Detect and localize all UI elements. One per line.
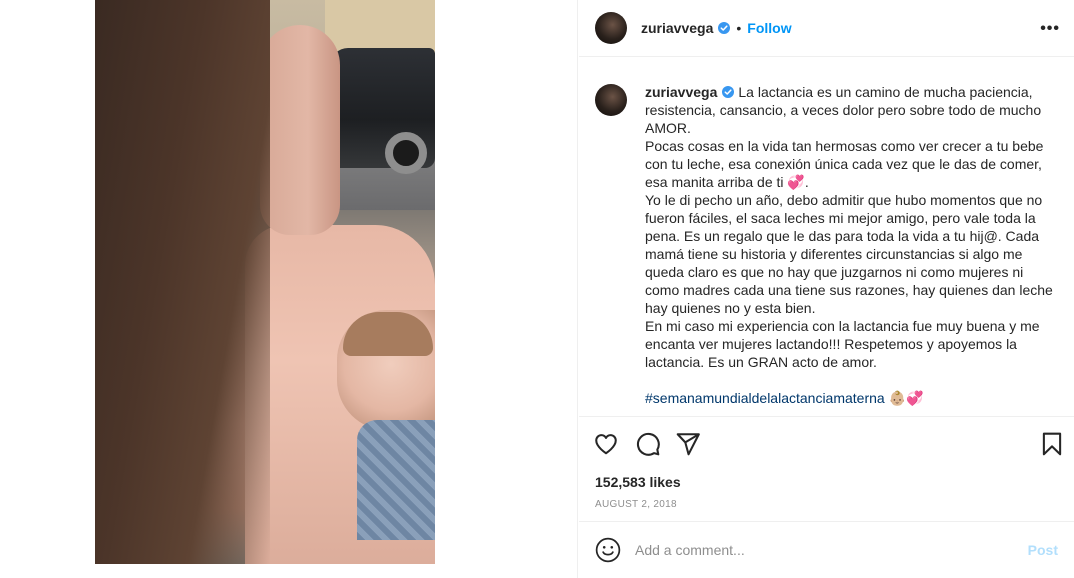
verified-badge-icon [722,86,735,98]
caption-hashtag-line: #semanamundialdelalactanciamaterna 👶🏼💞 [645,389,1069,407]
caption-area: zuriavvega La lactancia es un camino de m… [579,57,1074,417]
likes-count[interactable]: 152,583 likes [595,474,681,490]
header-separator: • [736,20,742,36]
photo-woman-face [260,25,340,235]
hashtag-emoji: 👶🏼💞 [884,390,924,406]
media-pane [0,0,578,578]
caption-line: como madres cada una tiene sus razones, … [645,282,1053,298]
caption-line: hay quienes no y esta bien. [645,300,816,316]
caption-line: La lactancia es un camino de mucha pacie… [738,84,1033,100]
bookmark-icon[interactable] [1039,431,1065,457]
caption-line: fueron fáciles, el saca leches mi mejor … [645,210,1036,226]
photo-car-wheel [385,132,427,174]
more-dots-icon[interactable]: ••• [1040,20,1060,38]
post-photo[interactable] [95,0,435,564]
post-header: zuriavvega • Follow ••• [579,0,1074,57]
caption-line: queda claro es que no hay que juzgarnos … [645,264,1024,280]
comment-bubble-icon[interactable] [635,431,661,457]
photo-baby-shirt [357,420,435,540]
caption-line: Pocas cosas en la vida tan hermosas como… [645,138,1044,154]
post-date[interactable]: AUGUST 2, 2018 [595,499,677,510]
paper-plane-icon[interactable] [675,431,701,457]
caption-line: pena. Es un regalo que le das para toda … [645,228,1040,244]
author-avatar[interactable] [595,12,627,44]
photo-woman-hair [95,0,270,564]
caption-line: con tu leche, esa conexión única cada ve… [645,156,1042,172]
author-username[interactable]: zuriavvega [641,20,713,36]
caption-line: AMOR. [645,120,691,136]
caption-first-line: zuriavvega La lactancia es un camino de m… [645,83,1069,101]
follow-button[interactable]: Follow [747,20,791,36]
comment-bar: Post [579,521,1074,578]
caption-author-avatar[interactable] [595,84,627,116]
caption-line: En mi caso mi experiencia con la lactanc… [645,318,1040,334]
caption-username[interactable]: zuriavvega [645,84,717,100]
caption-line: lactancia. Es un GRAN acto de amor. [645,354,877,370]
verified-badge-icon [718,22,731,34]
caption-line: resistencia, cansancio, a veces dolor pe… [645,102,1042,118]
action-bar [579,418,1074,470]
post-comment-button[interactable]: Post [1028,542,1058,558]
caption-line: Yo le di pecho un año, debo admitir que … [645,192,1043,208]
smiley-icon[interactable] [595,537,621,563]
caption-line: esa manita arriba de ti 💞. [645,174,809,190]
caption-line: encanta ver mujeres lactando!!! Respetem… [645,336,1017,352]
post-sidebar: zuriavvega • Follow ••• zuriavvega La lac… [579,0,1074,578]
heart-icon[interactable] [593,431,619,457]
comment-input[interactable] [635,542,1018,558]
hashtag-link[interactable]: #semanamundialdelalactanciamaterna [645,390,885,406]
caption-line: mamá tiene su historia y diferentes circ… [645,246,1023,262]
caption-text: zuriavvega La lactancia es un camino de m… [645,83,1069,407]
